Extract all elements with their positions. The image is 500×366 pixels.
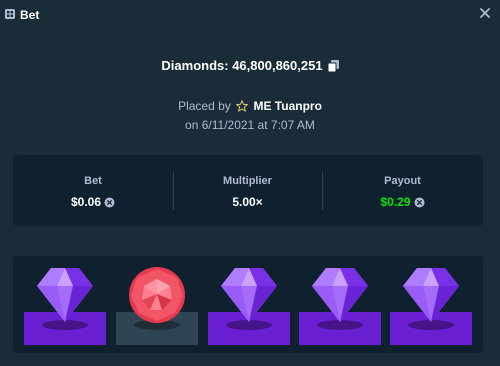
game-title-line: Diamonds: 46,800,860,251 [0,58,500,73]
red-gem-icon [129,267,185,323]
payout-label: Payout [384,175,421,187]
purple-diamond-icon [221,268,277,322]
game-board [13,256,483,353]
purple-diamond-icon [403,268,459,322]
tile [390,256,472,353]
payout-stat: Payout $0.29 [322,155,483,226]
tile [116,256,198,353]
coin-icon [414,197,425,208]
multiplier-stat: Multiplier 5.00× [173,155,322,226]
purple-diamond-icon [312,268,368,322]
multiplier-label: Multiplier [223,175,272,187]
bet-stats-panel: Bet $0.06 Multiplier 5.00× Payout $0.29 [13,155,483,226]
star-icon [236,100,249,112]
bet-icon [5,9,15,19]
placed-by-line: Placed by ME Tuanpro [0,99,500,113]
multiplier-value: 5.00× [232,195,263,209]
coin-icon [104,197,115,208]
placed-date: on 6/11/2021 at 7:07 AM [185,118,315,132]
copy-icon[interactable] [327,60,339,72]
modal-title: Bet [20,8,40,22]
purple-diamond-icon [37,268,93,322]
game-result-label: Diamonds: 46,800,860,251 [161,58,323,73]
tile [208,256,290,353]
payout-value: $0.29 [380,195,411,209]
bet-label: Bet [84,175,102,187]
username-link[interactable]: ME Tuanpro [250,99,321,113]
tile [24,256,106,353]
tile [299,256,381,353]
bet-value-row: $0.06 [13,195,173,209]
placed-by-prefix: Placed by [178,99,235,113]
bet-stat: Bet $0.06 [13,155,173,226]
modal-header: Bet [0,0,500,30]
bet-value: $0.06 [70,195,102,209]
close-icon[interactable] [479,7,491,19]
payout-value-row: $0.29 [322,195,483,209]
